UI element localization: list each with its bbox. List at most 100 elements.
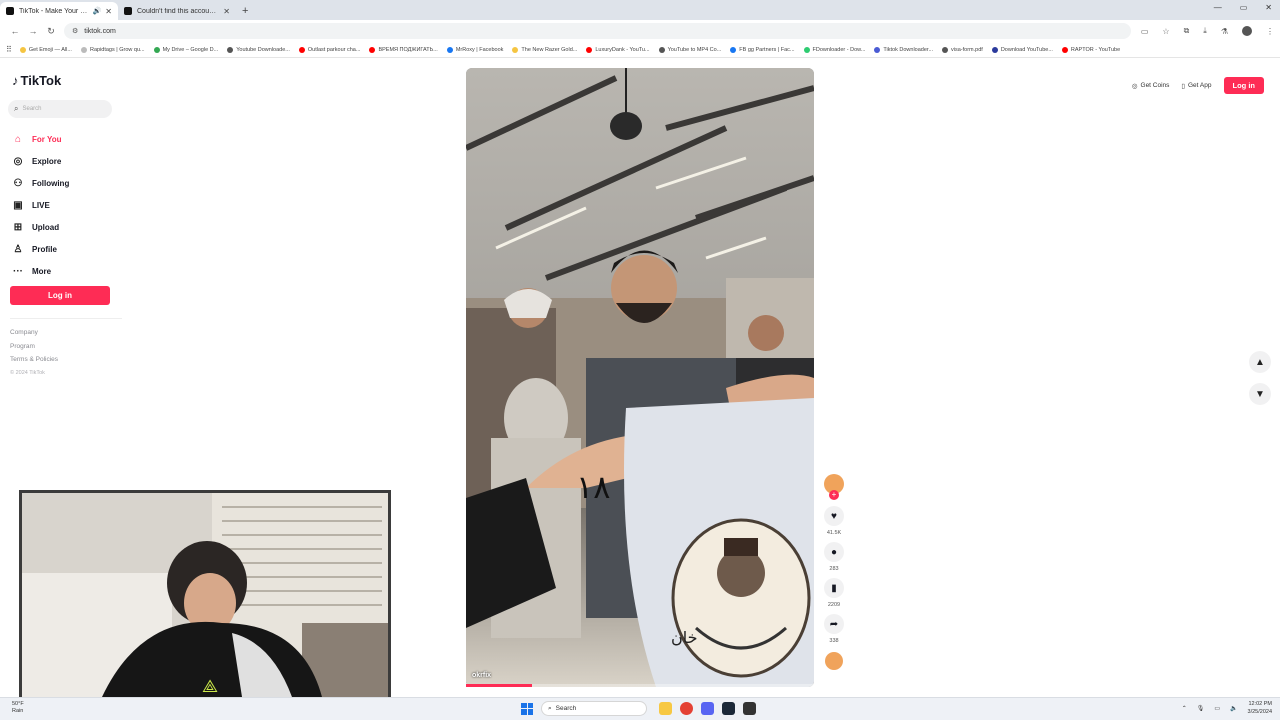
tab-account[interactable]: Couldn't find this account. Visit ✕ (118, 2, 236, 20)
cast-icon[interactable]: ▭ (1141, 27, 1149, 36)
clock-date: 3/25/2024 (1247, 709, 1272, 715)
taskbar-search[interactable]: ⌕ Search (541, 701, 647, 716)
windows-start-icon[interactable] (521, 702, 533, 715)
bookmark-label: Outlast parkour cha... (307, 46, 361, 53)
heart-icon[interactable]: ♥ (824, 506, 844, 526)
bookmark-item[interactable]: The New Razer Gold... (512, 46, 577, 53)
bookmark-item[interactable]: YouTube to MP4 Co... (658, 46, 721, 53)
profile-avatar-icon[interactable] (1242, 26, 1252, 36)
webcam-image (22, 493, 388, 697)
bookmark-item[interactable]: Download YouTube... (991, 46, 1053, 53)
sidebar-item-label: More (32, 266, 52, 276)
clock[interactable]: 12:02 PM 3/25/2024 (1248, 700, 1272, 716)
discord-icon[interactable] (701, 702, 714, 715)
footer-link-program[interactable]: Program (10, 340, 58, 354)
bookmark-item[interactable]: FB gg Partners | Fac... (730, 46, 795, 53)
sidebar-item-upload[interactable]: ⊞ Upload (12, 216, 69, 238)
next-video-button[interactable]: ▼ (1249, 383, 1271, 405)
tab-title: TikTok - Make Your Day (19, 7, 90, 15)
url-field[interactable]: ⚙ tiktok.com (64, 23, 1131, 39)
bookmark-item[interactable]: Outlast parkour cha... (298, 46, 361, 53)
footer-link-company[interactable]: Company (10, 326, 58, 340)
bookmark-item[interactable]: ВРЕМЯ ПОДЖИГАТЬ... (369, 46, 438, 53)
bookmark-label: Youtube Downloade... (236, 46, 290, 53)
previous-video-button[interactable]: ▲ (1249, 351, 1271, 373)
close-tab-icon[interactable]: ✕ (105, 7, 112, 16)
footer-link-terms[interactable]: Terms & Policies (10, 353, 58, 367)
bookmark-item[interactable]: Rapidtags | Grow qu... (80, 46, 145, 53)
svg-text:١٨: ١٨ (576, 468, 610, 506)
share-icon[interactable]: ➦ (824, 614, 844, 634)
new-tab-button[interactable]: + (242, 2, 248, 20)
bookmark-item[interactable]: RAPTOR - YouTube (1061, 46, 1120, 53)
weather-widget[interactable]: 50°F Rain (12, 701, 24, 715)
sidebar-item-label: Explore (32, 156, 62, 166)
comment-icon[interactable]: ● (824, 542, 844, 562)
like-count: 41.5K (826, 530, 842, 536)
share-count: 338 (829, 638, 839, 644)
video-player[interactable]: خان ١٨ okrfix (466, 68, 814, 687)
maximize-icon[interactable]: ▭ (1240, 3, 1248, 12)
microphone-icon[interactable]: 🎙 (1197, 705, 1205, 712)
header-login-button[interactable]: Log in (1223, 77, 1264, 94)
bookmark-favicon-icon (803, 46, 810, 53)
get-coins-label: Get Coins (1140, 82, 1170, 89)
sidebar-item-explore[interactable]: ◎ Explore (12, 150, 69, 172)
download-icon[interactable]: ⤓ (1203, 26, 1207, 36)
network-icon[interactable]: ▭ (1214, 705, 1220, 712)
sidebar-item-label: Following (32, 178, 70, 188)
bookmark-label: Download YouTube... (1000, 46, 1053, 53)
get-coins-link[interactable]: ◎ Get Coins (1132, 82, 1170, 90)
bookmark-item[interactable]: visa-form.pdf (942, 46, 983, 53)
sidebar-item-label: LIVE (32, 200, 50, 210)
sidebar-item-for-you[interactable]: ⌂ For You (12, 128, 69, 150)
bookmark-favicon-icon (227, 46, 234, 53)
apps-grid-icon[interactable]: ⠿ (6, 45, 12, 54)
extensions-icon[interactable]: ⧉ (1184, 26, 1190, 36)
speaker-icon[interactable]: 🔊 (93, 7, 102, 15)
tiktok-logo[interactable]: ♪ TikTok (12, 73, 61, 88)
taskbar-apps: ⌕ Search (521, 701, 756, 716)
extension-icon[interactable]: ⚗ (1221, 27, 1228, 36)
volume-icon[interactable]: 🔈 (1230, 705, 1237, 712)
bookmark-item[interactable]: Youtube Downloade... (227, 46, 290, 53)
sidebar-item-profile[interactable]: ♙ Profile (12, 238, 69, 260)
bookmark-icon[interactable]: ▮ (824, 578, 844, 598)
bookmark-item[interactable]: Get Emoji — All... (19, 46, 72, 53)
bookmark-item[interactable]: Tiktok Downloader... (874, 46, 933, 53)
close-window-icon[interactable]: ✕ (1265, 3, 1272, 12)
reload-icon[interactable]: ↻ (42, 26, 60, 37)
comment-count: 283 (829, 566, 839, 572)
creator-avatar[interactable]: + (824, 474, 844, 500)
forward-icon[interactable]: → (24, 26, 42, 36)
tab-tiktok[interactable]: TikTok - Make Your Day 🔊 ✕ (0, 2, 118, 20)
steam-icon[interactable] (722, 702, 735, 715)
tiktok-favicon-icon (6, 7, 14, 15)
sidebar-login-button[interactable]: Log in (10, 286, 110, 305)
chrome-icon[interactable] (680, 702, 693, 715)
search-input[interactable]: ⌕ Search (8, 100, 112, 118)
sidebar-item-more[interactable]: ··· More (12, 260, 69, 282)
bookmark-star-icon[interactable]: ☆ (1162, 27, 1169, 36)
svg-text:خان: خان (671, 628, 698, 647)
bookmark-item[interactable]: LuxuryDank - YouTu... (586, 46, 650, 53)
get-app-link[interactable]: ▯ Get App (1181, 82, 1211, 90)
bookmark-item[interactable]: FDownloader - Dow... (803, 46, 865, 53)
video-progress-bar[interactable] (466, 684, 814, 687)
tray-overflow-icon[interactable]: ⌃ (1182, 705, 1187, 712)
sidebar-item-live[interactable]: ▣ LIVE (12, 194, 69, 216)
file-explorer-icon[interactable] (659, 702, 672, 715)
music-disc-icon[interactable] (825, 652, 843, 670)
close-tab-icon[interactable]: ✕ (223, 7, 230, 16)
bookmark-item[interactable]: My Drive – Google D... (153, 46, 218, 53)
minimize-icon[interactable]: — (1214, 3, 1222, 12)
back-icon[interactable]: ← (6, 26, 24, 36)
tiktok-note-icon: ♪ (12, 73, 19, 88)
menu-icon[interactable]: ⋮ (1266, 27, 1274, 36)
sidebar-item-following[interactable]: ⚇ Following (12, 172, 70, 194)
obs-icon[interactable] (743, 702, 756, 715)
bookmark-item[interactable]: MrRoxy | Facebook (446, 46, 503, 53)
site-info-icon[interactable]: ⚙ (72, 27, 78, 35)
follow-plus-icon[interactable]: + (829, 490, 839, 500)
upload-icon: ⊞ (13, 221, 23, 233)
